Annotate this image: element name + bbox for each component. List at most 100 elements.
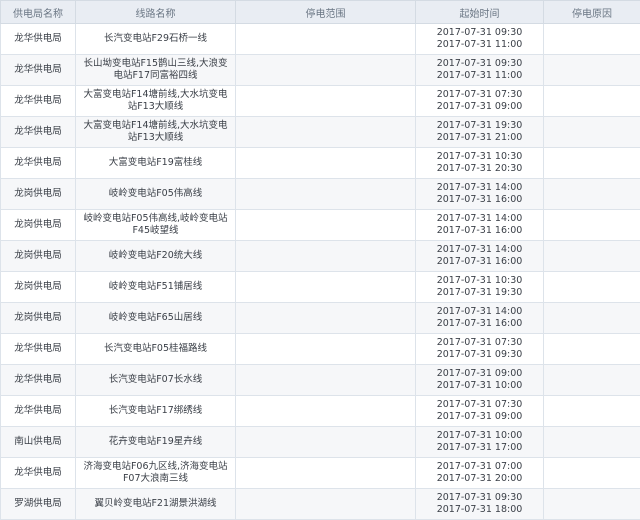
bureau-cell: 南山供电局	[1, 427, 76, 458]
line-name-cell: 长汽变电站F29石桥一线	[76, 24, 236, 55]
line-name-cell: 岐岭变电站F51铺居线	[76, 272, 236, 303]
table-row: 龙岗供电局岐岭变电站F05伟高线 2017-07-31 14:002017-07-…	[1, 179, 640, 210]
outage-reason-cell	[544, 427, 640, 458]
time-cell: 2017-07-31 14:002017-07-31 16:00	[416, 179, 544, 210]
bureau-cell: 龙华供电局	[1, 334, 76, 365]
table-row: 龙华供电局长汽变电站F29石桥一线 2017-07-31 09:302017-07…	[1, 24, 640, 55]
line-name-cell: 岐岭变电站F05伟高线,岐岭变电站F45岐望线	[76, 210, 236, 241]
outage-scope-cell	[236, 365, 416, 396]
time-cell: 2017-07-31 10:002017-07-31 17:00	[416, 427, 544, 458]
end-time: 2017-07-31 20:00	[418, 473, 541, 485]
outage-reason-cell	[544, 55, 640, 86]
time-cell: 2017-07-31 09:002017-07-31 10:00	[416, 365, 544, 396]
outage-reason-cell	[544, 396, 640, 427]
time-cell: 2017-07-31 09:302017-07-31 18:00	[416, 489, 544, 520]
bureau-cell: 龙岗供电局	[1, 303, 76, 334]
outage-reason-cell	[544, 334, 640, 365]
bureau-cell: 龙华供电局	[1, 396, 76, 427]
outage-scope-cell	[236, 272, 416, 303]
time-cell: 2017-07-31 09:302017-07-31 11:00	[416, 24, 544, 55]
time-cell: 2017-07-31 07:002017-07-31 20:00	[416, 458, 544, 489]
line-name-cell: 大富变电站F19富桂线	[76, 148, 236, 179]
table-row: 龙华供电局大富变电站F14塘前线,大水坑变电站F13大顺线2017-07-31 …	[1, 86, 640, 117]
line-name-cell: 长汽变电站F07长水线	[76, 365, 236, 396]
start-time: 2017-07-31 10:30	[418, 275, 541, 287]
line-name-cell: 岐岭变电站F05伟高线	[76, 179, 236, 210]
outage-scope-cell	[236, 86, 416, 117]
end-time: 2017-07-31 16:00	[418, 194, 541, 206]
line-name-cell: 大富变电站F14塘前线,大水坑变电站F13大顺线	[76, 117, 236, 148]
bureau-cell: 龙华供电局	[1, 148, 76, 179]
outage-scope-cell	[236, 117, 416, 148]
outage-scope-cell	[236, 148, 416, 179]
table-row: 龙华供电局长汽变电站F17绑绣线 2017-07-31 07:302017-07-…	[1, 396, 640, 427]
table-row: 南山供电局花卉变电站F19星卉线 2017-07-31 10:002017-07-…	[1, 427, 640, 458]
bureau-cell: 龙华供电局	[1, 24, 76, 55]
table-row: 龙岗供电局岐岭变电站F51铺居线2017-07-31 10:302017-07-…	[1, 272, 640, 303]
outage-reason-cell	[544, 365, 640, 396]
outage-reason-cell	[544, 489, 640, 520]
end-time: 2017-07-31 09:00	[418, 411, 541, 423]
outage-reason-cell	[544, 179, 640, 210]
outage-reason-cell	[544, 86, 640, 117]
time-cell: 2017-07-31 14:002017-07-31 16:00	[416, 241, 544, 272]
bureau-cell: 龙岗供电局	[1, 179, 76, 210]
end-time: 2017-07-31 21:00	[418, 132, 541, 144]
table-row: 龙岗供电局岐岭变电站F65山居线2017-07-31 14:002017-07-…	[1, 303, 640, 334]
bureau-cell: 龙华供电局	[1, 458, 76, 489]
time-cell: 2017-07-31 07:302017-07-31 09:00	[416, 86, 544, 117]
table-row: 龙华供电局长山坳变电站F15鹊山三线,大浪变电站F17同富裕四线2017-07-…	[1, 55, 640, 86]
outage-scope-cell	[236, 210, 416, 241]
line-name-cell: 花卉变电站F19星卉线	[76, 427, 236, 458]
outage-reason-cell	[544, 241, 640, 272]
table-row: 龙华供电局大富变电站F19富桂线2017-07-31 10:302017-07-…	[1, 148, 640, 179]
outage-scope-cell	[236, 179, 416, 210]
start-time: 2017-07-31 09:30	[418, 58, 541, 70]
start-time: 2017-07-31 07:30	[418, 337, 541, 349]
start-time: 2017-07-31 10:00	[418, 430, 541, 442]
bureau-cell: 龙岗供电局	[1, 272, 76, 303]
time-cell: 2017-07-31 14:002017-07-31 16:00	[416, 303, 544, 334]
time-cell: 2017-07-31 07:302017-07-31 09:00	[416, 396, 544, 427]
outage-table: 供电局名称 线路名称 停电范围 起始时间 停电原因 龙华供电局长汽变电站F29石…	[0, 0, 640, 520]
bureau-cell: 龙华供电局	[1, 117, 76, 148]
table-row: 龙岗供电局岐岭变电站F20统大线2017-07-31 14:002017-07-…	[1, 241, 640, 272]
header-outage-scope: 停电范围	[236, 1, 416, 24]
outage-scope-cell	[236, 396, 416, 427]
time-cell: 2017-07-31 14:002017-07-31 16:00	[416, 210, 544, 241]
outage-scope-cell	[236, 334, 416, 365]
header-line-name: 线路名称	[76, 1, 236, 24]
outage-scope-cell	[236, 458, 416, 489]
end-time: 2017-07-31 09:00	[418, 101, 541, 113]
start-time: 2017-07-31 14:00	[418, 244, 541, 256]
line-name-cell: 长汽变电站F17绑绣线	[76, 396, 236, 427]
outage-scope-cell	[236, 427, 416, 458]
time-cell: 2017-07-31 19:302017-07-31 21:00	[416, 117, 544, 148]
table-row: 龙华供电局大富变电站F14塘前线,大水坑变电站F13大顺线 2017-07-31 …	[1, 117, 640, 148]
bureau-cell: 龙岗供电局	[1, 241, 76, 272]
end-time: 2017-07-31 09:30	[418, 349, 541, 361]
outage-reason-cell	[544, 24, 640, 55]
start-time: 2017-07-31 10:30	[418, 151, 541, 163]
outage-scope-cell	[236, 489, 416, 520]
header-start-time: 起始时间	[416, 1, 544, 24]
start-time: 2017-07-31 09:30	[418, 27, 541, 39]
outage-reason-cell	[544, 117, 640, 148]
outage-scope-cell	[236, 241, 416, 272]
end-time: 2017-07-31 16:00	[418, 225, 541, 237]
outage-scope-cell	[236, 55, 416, 86]
outage-reason-cell	[544, 210, 640, 241]
end-time: 2017-07-31 11:00	[418, 39, 541, 51]
start-time: 2017-07-31 14:00	[418, 182, 541, 194]
start-time: 2017-07-31 09:00	[418, 368, 541, 380]
end-time: 2017-07-31 18:00	[418, 504, 541, 516]
start-time: 2017-07-31 09:30	[418, 492, 541, 504]
end-time: 2017-07-31 17:00	[418, 442, 541, 454]
start-time: 2017-07-31 07:30	[418, 399, 541, 411]
time-cell: 2017-07-31 07:302017-07-31 09:30	[416, 334, 544, 365]
outage-reason-cell	[544, 458, 640, 489]
bureau-cell: 龙华供电局	[1, 86, 76, 117]
line-name-cell: 长汽变电站F05桂福路线	[76, 334, 236, 365]
line-name-cell: 长山坳变电站F15鹊山三线,大浪变电站F17同富裕四线	[76, 55, 236, 86]
bureau-cell: 罗湖供电局	[1, 489, 76, 520]
